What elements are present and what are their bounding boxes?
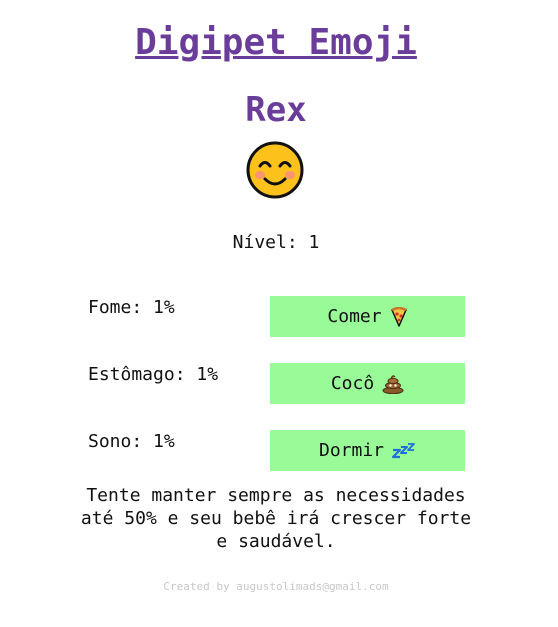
app-title-link[interactable]: Digipet Emoji	[0, 22, 552, 63]
hunger-stat: Fome: 1%	[88, 297, 175, 318]
pile-of-poo-icon	[382, 374, 404, 394]
hunger-row: Fome: 1% Comer	[88, 296, 468, 339]
eat-button[interactable]: Comer	[270, 296, 465, 337]
pet-level: Nível: 1	[232, 232, 320, 253]
smiling-face-icon	[246, 141, 304, 199]
pet-name: Rex	[245, 90, 307, 130]
eat-button-label: Comer	[327, 306, 382, 327]
poop-button[interactable]: Cocô	[270, 363, 465, 404]
sleep-row: Sono: 1% Dormir	[88, 430, 468, 473]
pizza-icon	[390, 306, 408, 327]
zzz-icon	[392, 442, 416, 459]
footer-credit: Created by augustolimads@gmail.com	[163, 580, 389, 593]
care-tip: Tente manter sempre as necessidades até …	[80, 485, 472, 552]
sleep-button[interactable]: Dormir	[270, 430, 465, 471]
sleep-stat: Sono: 1%	[88, 431, 175, 452]
stomach-row: Estômago: 1% Cocô	[88, 363, 468, 406]
stomach-stat: Estômago: 1%	[88, 364, 219, 385]
poop-button-label: Cocô	[330, 373, 375, 394]
sleep-button-label: Dormir	[318, 440, 385, 461]
